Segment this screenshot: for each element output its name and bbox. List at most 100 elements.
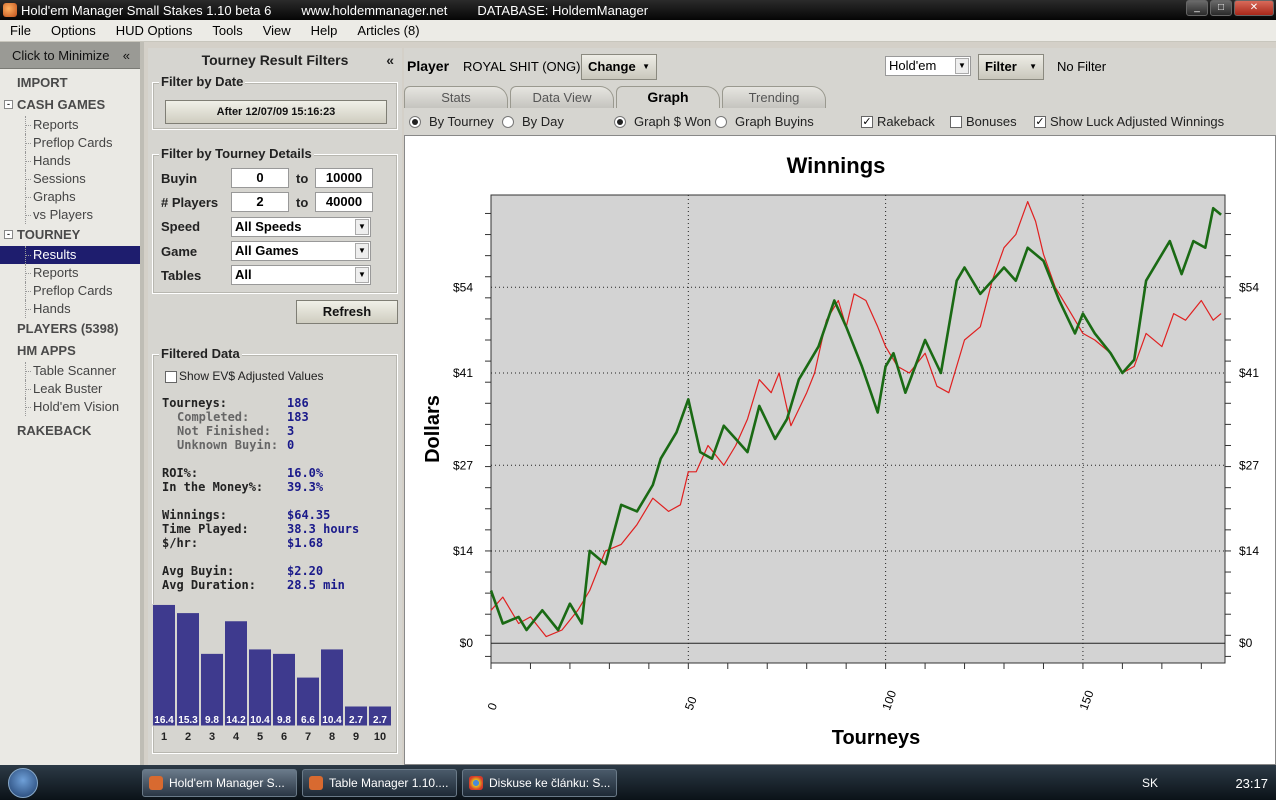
chevron-down-icon[interactable]: ▼	[355, 219, 369, 235]
histogram-value-label: 9.8	[205, 715, 219, 726]
tab-stats[interactable]: Stats	[404, 86, 508, 108]
nav-leak-buster[interactable]: Leak Buster	[0, 380, 140, 398]
nav-table-scanner[interactable]: Table Scanner	[0, 362, 140, 380]
chevron-down-icon[interactable]: ▼	[955, 58, 969, 74]
histogram-value-label: 14.2	[226, 715, 246, 726]
tab-bar: Stats Data View Graph Trending	[404, 86, 1276, 108]
tab-graph[interactable]: Graph	[616, 86, 720, 108]
luck-adjusted-checkbox[interactable]: ✓	[1034, 116, 1046, 128]
clock[interactable]: 23:17	[1235, 776, 1268, 791]
tree-toggle-icon[interactable]: -	[4, 230, 13, 239]
menu-view[interactable]: View	[253, 23, 301, 38]
nav-holdem-vision[interactable]: Hold'em Vision	[0, 398, 140, 416]
chevron-down-icon[interactable]: ▼	[355, 267, 369, 283]
nav-tourney-hands[interactable]: Hands	[0, 300, 140, 318]
stat-label: Time Played:	[162, 522, 249, 536]
stat-value: 28.5 min	[287, 578, 345, 592]
y-tick-label-right: $0	[1239, 636, 1253, 650]
game-select[interactable]: All Games ▼	[231, 241, 371, 261]
chevron-down-icon[interactable]: ▼	[355, 243, 369, 259]
task-browser[interactable]: Diskuse ke článku: S...	[462, 769, 617, 797]
nav-cash-preflop-cards[interactable]: Preflop Cards	[0, 134, 140, 152]
close-window-button[interactable]: ✕	[1234, 0, 1274, 16]
language-indicator[interactable]: SK	[1142, 776, 1158, 790]
filtered-data-title: Filtered Data	[159, 346, 242, 361]
nav-cash-reports[interactable]: Reports	[0, 116, 140, 134]
date-filter-button[interactable]: After 12/07/09 15:16:23	[165, 100, 387, 124]
task-table-manager[interactable]: Table Manager 1.10....	[302, 769, 457, 797]
nav-import[interactable]: IMPORT	[0, 72, 140, 94]
buyin-to-input[interactable]: 10000	[315, 168, 373, 188]
game-type-select[interactable]: Hold'em ▼	[885, 56, 971, 76]
filter-by-date-group: Filter by Date After 12/07/09 15:16:23	[152, 74, 398, 130]
game-label: Game	[161, 244, 198, 259]
start-button[interactable]	[0, 765, 44, 800]
maximize-window-button[interactable]: □	[1210, 0, 1232, 16]
chrome-icon	[469, 776, 483, 790]
menu-options[interactable]: Options	[41, 23, 106, 38]
players-from-input[interactable]: 2	[231, 192, 289, 212]
by-day-radio[interactable]	[502, 116, 514, 128]
rakeback-label: Rakeback	[877, 114, 935, 129]
menu-help[interactable]: Help	[301, 23, 348, 38]
chevron-down-icon: ▼	[642, 62, 650, 71]
quicklaunch-icon[interactable]	[80, 769, 98, 797]
minimize-window-button[interactable]: _	[1186, 0, 1208, 16]
y-tick-label: $27	[453, 458, 473, 472]
nav-cash-games[interactable]: - CASH GAMES	[0, 94, 140, 116]
graph-buyins-radio[interactable]	[715, 116, 727, 128]
minimize-nav-button[interactable]: Click to Minimize «	[0, 42, 140, 69]
nav-players[interactable]: PLAYERS (5398)	[0, 318, 140, 340]
tree-toggle-icon[interactable]: -	[4, 100, 13, 109]
rakeback-checkbox[interactable]: ✓	[861, 116, 873, 128]
nav-tourney-reports[interactable]: Reports	[0, 264, 140, 282]
nav-cash-graphs[interactable]: Graphs	[0, 188, 140, 206]
tab-trending[interactable]: Trending	[722, 86, 826, 108]
menu-file[interactable]: File	[0, 23, 41, 38]
stat-value: 186	[287, 396, 309, 410]
speed-select[interactable]: All Speeds ▼	[231, 217, 371, 237]
filter-status: No Filter	[1057, 59, 1107, 74]
filter-button[interactable]: Filter ▼	[978, 54, 1044, 80]
graph-won-radio[interactable]	[614, 116, 626, 128]
histogram-value-label: 16.4	[154, 715, 174, 726]
refresh-button[interactable]: Refresh	[296, 300, 398, 324]
luck-adjusted-label: Show Luck Adjusted Winnings	[1050, 114, 1225, 129]
nav-rakeback[interactable]: RAKEBACK	[0, 420, 140, 442]
graph-won-label: Graph $ Won	[634, 114, 712, 129]
bonuses-checkbox[interactable]	[950, 116, 962, 128]
window-url: www.holdemmanager.net	[301, 2, 448, 18]
players-to-input[interactable]: 40000	[315, 192, 373, 212]
menu-articles[interactable]: Articles (8)	[347, 23, 429, 38]
nav-tourney[interactable]: - TOURNEY	[0, 224, 140, 246]
title-bar: Hold'em Manager Small Stakes 1.10 beta 6…	[0, 0, 1276, 20]
collapse-panel-icon[interactable]: «	[386, 48, 394, 72]
tables-select[interactable]: All ▼	[231, 265, 371, 285]
nav-cash-hands[interactable]: Hands	[0, 152, 140, 170]
nav-tourney-results[interactable]: Results	[0, 246, 140, 264]
show-ev-checkbox[interactable]	[165, 371, 177, 383]
task-holdem-manager[interactable]: Hold'em Manager S...	[142, 769, 297, 797]
nav-tourney-preflop-cards[interactable]: Preflop Cards	[0, 282, 140, 300]
buyin-from-input[interactable]: 0	[231, 168, 289, 188]
histogram-bar	[176, 612, 200, 727]
stat-label: Avg Buyin:	[162, 564, 235, 578]
menu-tools[interactable]: Tools	[202, 23, 252, 38]
nav-cash-sessions[interactable]: Sessions	[0, 170, 140, 188]
filter-panel: Tourney Result Filters « Filter by Date …	[148, 48, 402, 765]
tab-data-view[interactable]: Data View	[510, 86, 614, 108]
by-tourney-radio[interactable]	[409, 116, 421, 128]
holdem-manager-icon	[149, 776, 163, 790]
stat-value: 39.3%	[287, 480, 324, 494]
histogram-value-label: 10.4	[250, 715, 270, 726]
window-database: DATABASE: HoldemManager	[477, 2, 649, 18]
windows-logo-icon	[8, 768, 38, 798]
y-tick-label: $41	[453, 366, 473, 380]
nav-hm-apps[interactable]: HM APPS	[0, 340, 140, 362]
player-name: ROYAL SHIT (ONG)	[463, 59, 581, 74]
histogram-category-label: 8	[329, 731, 335, 743]
y-tick-label-right: $14	[1239, 544, 1259, 558]
change-player-button[interactable]: Change ▼	[581, 54, 657, 80]
nav-cash-vs-players[interactable]: vs Players	[0, 206, 140, 224]
menu-hud-options[interactable]: HUD Options	[106, 23, 203, 38]
